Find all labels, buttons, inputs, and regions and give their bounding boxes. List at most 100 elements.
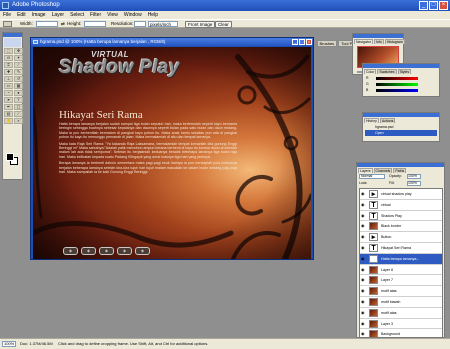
tab-paths[interactable]: Paths [393, 168, 407, 173]
visibility-eye-icon[interactable]: ◉ [361, 310, 366, 315]
crop-tool-preset-icon[interactable] [3, 21, 12, 27]
menu-help[interactable]: Help [148, 11, 158, 19]
layer-row[interactable]: ◉ T Shadow Play [360, 211, 442, 222]
hand-tool-icon[interactable]: ✋ [4, 118, 13, 124]
visibility-eye-icon[interactable]: ◉ [361, 299, 366, 304]
brush-tool-icon[interactable]: ✎ [14, 69, 23, 75]
tab-navigator[interactable]: Navigator [354, 39, 373, 44]
tab-color[interactable]: Color [364, 69, 377, 74]
visibility-eye-icon[interactable]: ◉ [361, 267, 366, 272]
tab-layers[interactable]: Layers [358, 168, 373, 173]
marquee-tool-icon[interactable]: ⬚ [4, 48, 13, 54]
menu-image[interactable]: Image [32, 11, 46, 19]
menu-view[interactable]: View [107, 11, 118, 19]
text-layer-icon: T [369, 200, 378, 209]
type-tool-icon[interactable]: T [14, 97, 23, 103]
doc-maximize-button[interactable]: □ [299, 39, 305, 45]
layer-row[interactable]: ◉ Layer 8 [360, 265, 442, 276]
menu-window[interactable]: Window [124, 11, 142, 19]
doc-close-button[interactable]: × [306, 39, 312, 45]
eraser-tool-icon[interactable]: ▭ [4, 83, 13, 89]
tab-info[interactable]: Info [373, 39, 384, 44]
pen-tool-icon[interactable]: ✒ [4, 104, 13, 110]
blur-tool-icon[interactable]: ◔ [4, 90, 13, 96]
document-titlebar[interactable]: hgrama.psd @ 100% (Hatta berupa lamanya … [31, 38, 313, 46]
layer-row[interactable]: ◉ Tvirtual [360, 200, 442, 211]
layer-row[interactable]: ◉ motif bawah [360, 297, 442, 308]
blue-slider[interactable] [376, 89, 418, 92]
minimize-button[interactable]: _ [419, 1, 428, 10]
history-item[interactable]: Open [365, 130, 437, 136]
tab-histogram[interactable]: Histogram [384, 39, 405, 44]
blend-mode-select[interactable]: Normal [359, 174, 385, 179]
visibility-eye-icon[interactable]: ◉ [361, 245, 366, 250]
layer-row[interactable]: ◉ Layer 7 [360, 275, 442, 287]
foreground-color-swatch[interactable] [6, 153, 14, 161]
tab-history[interactable]: History [364, 118, 379, 123]
fill-field[interactable]: 100% [407, 181, 421, 186]
menu-layer[interactable]: Layer [52, 11, 65, 19]
layer-row[interactable]: ◉ Background [360, 329, 442, 337]
menu-filter[interactable]: Filter [90, 11, 101, 19]
visibility-eye-icon[interactable]: ◉ [361, 224, 366, 228]
close-button[interactable]: × [439, 1, 448, 10]
move-tool-icon[interactable]: ✥ [14, 48, 23, 54]
shape-tool-icon[interactable]: ▢ [14, 104, 23, 110]
opacity-field[interactable]: 100% [407, 174, 421, 179]
visibility-eye-icon[interactable]: ◉ [361, 321, 366, 326]
red-slider[interactable] [376, 77, 418, 80]
document-size-info[interactable]: Doc: 1.37M/46.5M [20, 339, 53, 349]
layer-row[interactable]: ◉ T Hikayat Seri Rama [360, 243, 442, 254]
document-canvas[interactable]: VIRTUAL Shadow Play Hikayat Seri Rama Ha… [33, 47, 311, 259]
visibility-eye-icon[interactable]: ◉ [361, 289, 366, 293]
menu-file[interactable]: File [3, 11, 11, 19]
adobe-online-icon[interactable] [4, 38, 21, 47]
history-brush-tool-icon[interactable]: ↺ [14, 76, 23, 82]
zoom-level-field[interactable]: 100% [2, 341, 16, 347]
tab-channels[interactable]: Channels [373, 168, 393, 173]
lasso-tool-icon[interactable]: ʘ [4, 55, 13, 61]
magic-wand-tool-icon[interactable]: ✦ [14, 55, 23, 61]
visibility-eye-icon[interactable]: ◉ [361, 278, 366, 282]
path-selection-tool-icon[interactable]: ➤ [4, 97, 13, 103]
green-slider[interactable] [376, 83, 418, 86]
layer-row[interactable]: ◉ motif atas [360, 308, 442, 319]
resolution-unit-select[interactable]: pixels/inch [148, 21, 178, 27]
dock-tab-brushes[interactable]: Brushes [316, 40, 338, 47]
width-field[interactable] [36, 21, 58, 27]
menu-edit[interactable]: Edit [17, 11, 26, 19]
menu-select[interactable]: Select [70, 11, 84, 19]
visibility-eye-icon[interactable]: ◉ [361, 332, 366, 336]
crop-tool-icon[interactable]: ⌗ [4, 62, 13, 68]
healing-brush-tool-icon[interactable]: ✚ [4, 69, 13, 75]
swap-icon[interactable]: ⇄ [61, 20, 65, 28]
clear-button[interactable]: Clear [215, 21, 232, 28]
tab-styles[interactable]: Styles [397, 69, 412, 74]
layer-row[interactable]: ◉ T Hatta berapa lamanya... [360, 253, 442, 265]
layer-row[interactable]: ◉ Layer 3 [360, 319, 442, 330]
visibility-eye-icon[interactable]: ◉ [361, 235, 366, 239]
zoom-tool-icon[interactable]: ⌕ [14, 118, 23, 124]
front-image-button[interactable]: Front Image [185, 21, 216, 28]
visibility-eye-icon[interactable]: ◉ [361, 192, 366, 196]
tab-actions[interactable]: Actions [379, 118, 396, 123]
visibility-eye-icon[interactable]: ◉ [361, 202, 366, 207]
clone-stamp-tool-icon[interactable]: ⊥ [4, 76, 13, 82]
tab-swatches[interactable]: Swatches [377, 69, 397, 74]
layer-row[interactable]: ◉ ▸ virtual shadow play [360, 189, 442, 200]
layer-row[interactable]: ◉ motif atas [360, 286, 442, 297]
doc-minimize-button[interactable]: _ [292, 39, 298, 45]
height-field[interactable] [84, 21, 106, 27]
notes-tool-icon[interactable]: ▤ [4, 111, 13, 117]
slice-tool-icon[interactable]: ∕ [14, 62, 23, 68]
maximize-button[interactable]: □ [429, 1, 438, 10]
dodge-tool-icon[interactable]: ● [14, 90, 23, 96]
visibility-eye-icon[interactable]: ◉ [361, 213, 366, 218]
layer-row[interactable]: ◉ Black border [360, 221, 442, 233]
eyedropper-tool-icon[interactable]: ⁄ [14, 111, 23, 117]
layer-row[interactable]: ◉ ▸ Button [360, 232, 442, 243]
gradient-tool-icon[interactable]: ▦ [14, 83, 23, 89]
visibility-eye-icon[interactable]: ◉ [361, 256, 366, 261]
resolution-field[interactable] [134, 21, 146, 27]
toolbox-titlebar[interactable] [3, 33, 22, 37]
